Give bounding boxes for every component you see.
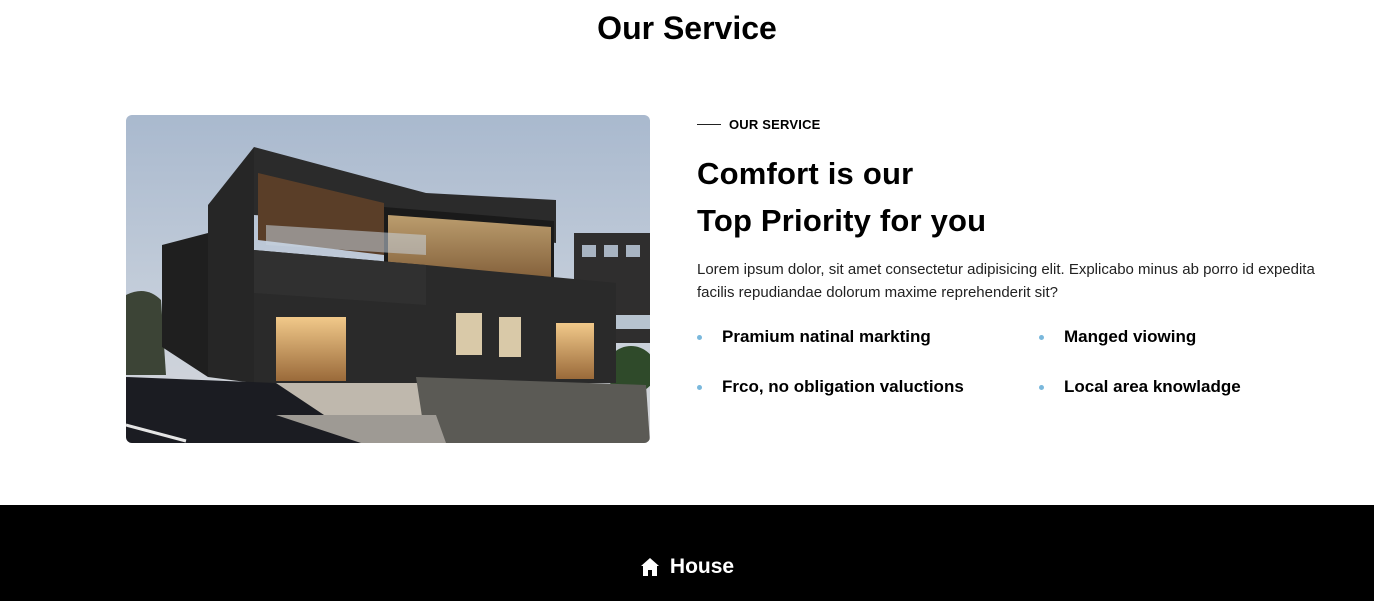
- service-content: OUR SERVICE Comfort is our Top Priority …: [697, 112, 1327, 398]
- description: Lorem ipsum dolor, sit amet consectetur …: [697, 261, 1315, 301]
- eyebrow-divider: [697, 123, 721, 125]
- bullet-icon: [697, 334, 702, 340]
- footer-brand-name: House: [669, 555, 735, 578]
- feature-label: Pramium natinal markting: [722, 327, 931, 346]
- home-icon: [640, 558, 659, 576]
- footer: House: [0, 505, 1374, 601]
- feature-item: Manged viowing: [1039, 326, 1327, 348]
- eyebrow-label: OUR SERVICE: [729, 116, 821, 132]
- bullet-icon: [697, 384, 702, 390]
- section-title: Our Service: [597, 10, 777, 46]
- footer-brand-link[interactable]: House: [0, 555, 1374, 579]
- feature-item: Pramium natinal markting: [697, 326, 1039, 348]
- bullet-icon: [1039, 384, 1044, 390]
- feature-label: Local area knowladge: [1064, 377, 1241, 396]
- headline: Comfort is our Top Priority for you: [697, 150, 1327, 244]
- feature-item: Frco, no obligation valuctions: [697, 376, 1039, 398]
- headline-line-2: Top Priority for you: [697, 203, 987, 238]
- feature-label: Manged viowing: [1064, 327, 1197, 346]
- bullet-icon: [1039, 334, 1044, 340]
- feature-item: Local area knowladge: [1039, 376, 1327, 398]
- house-photo: [126, 115, 650, 443]
- eyebrow: OUR SERVICE: [697, 112, 1327, 136]
- headline-line-1: Comfort is our: [697, 156, 914, 191]
- feature-list: Pramium natinal markting Manged viowing …: [697, 326, 1327, 398]
- feature-label: Frco, no obligation valuctions: [722, 377, 964, 396]
